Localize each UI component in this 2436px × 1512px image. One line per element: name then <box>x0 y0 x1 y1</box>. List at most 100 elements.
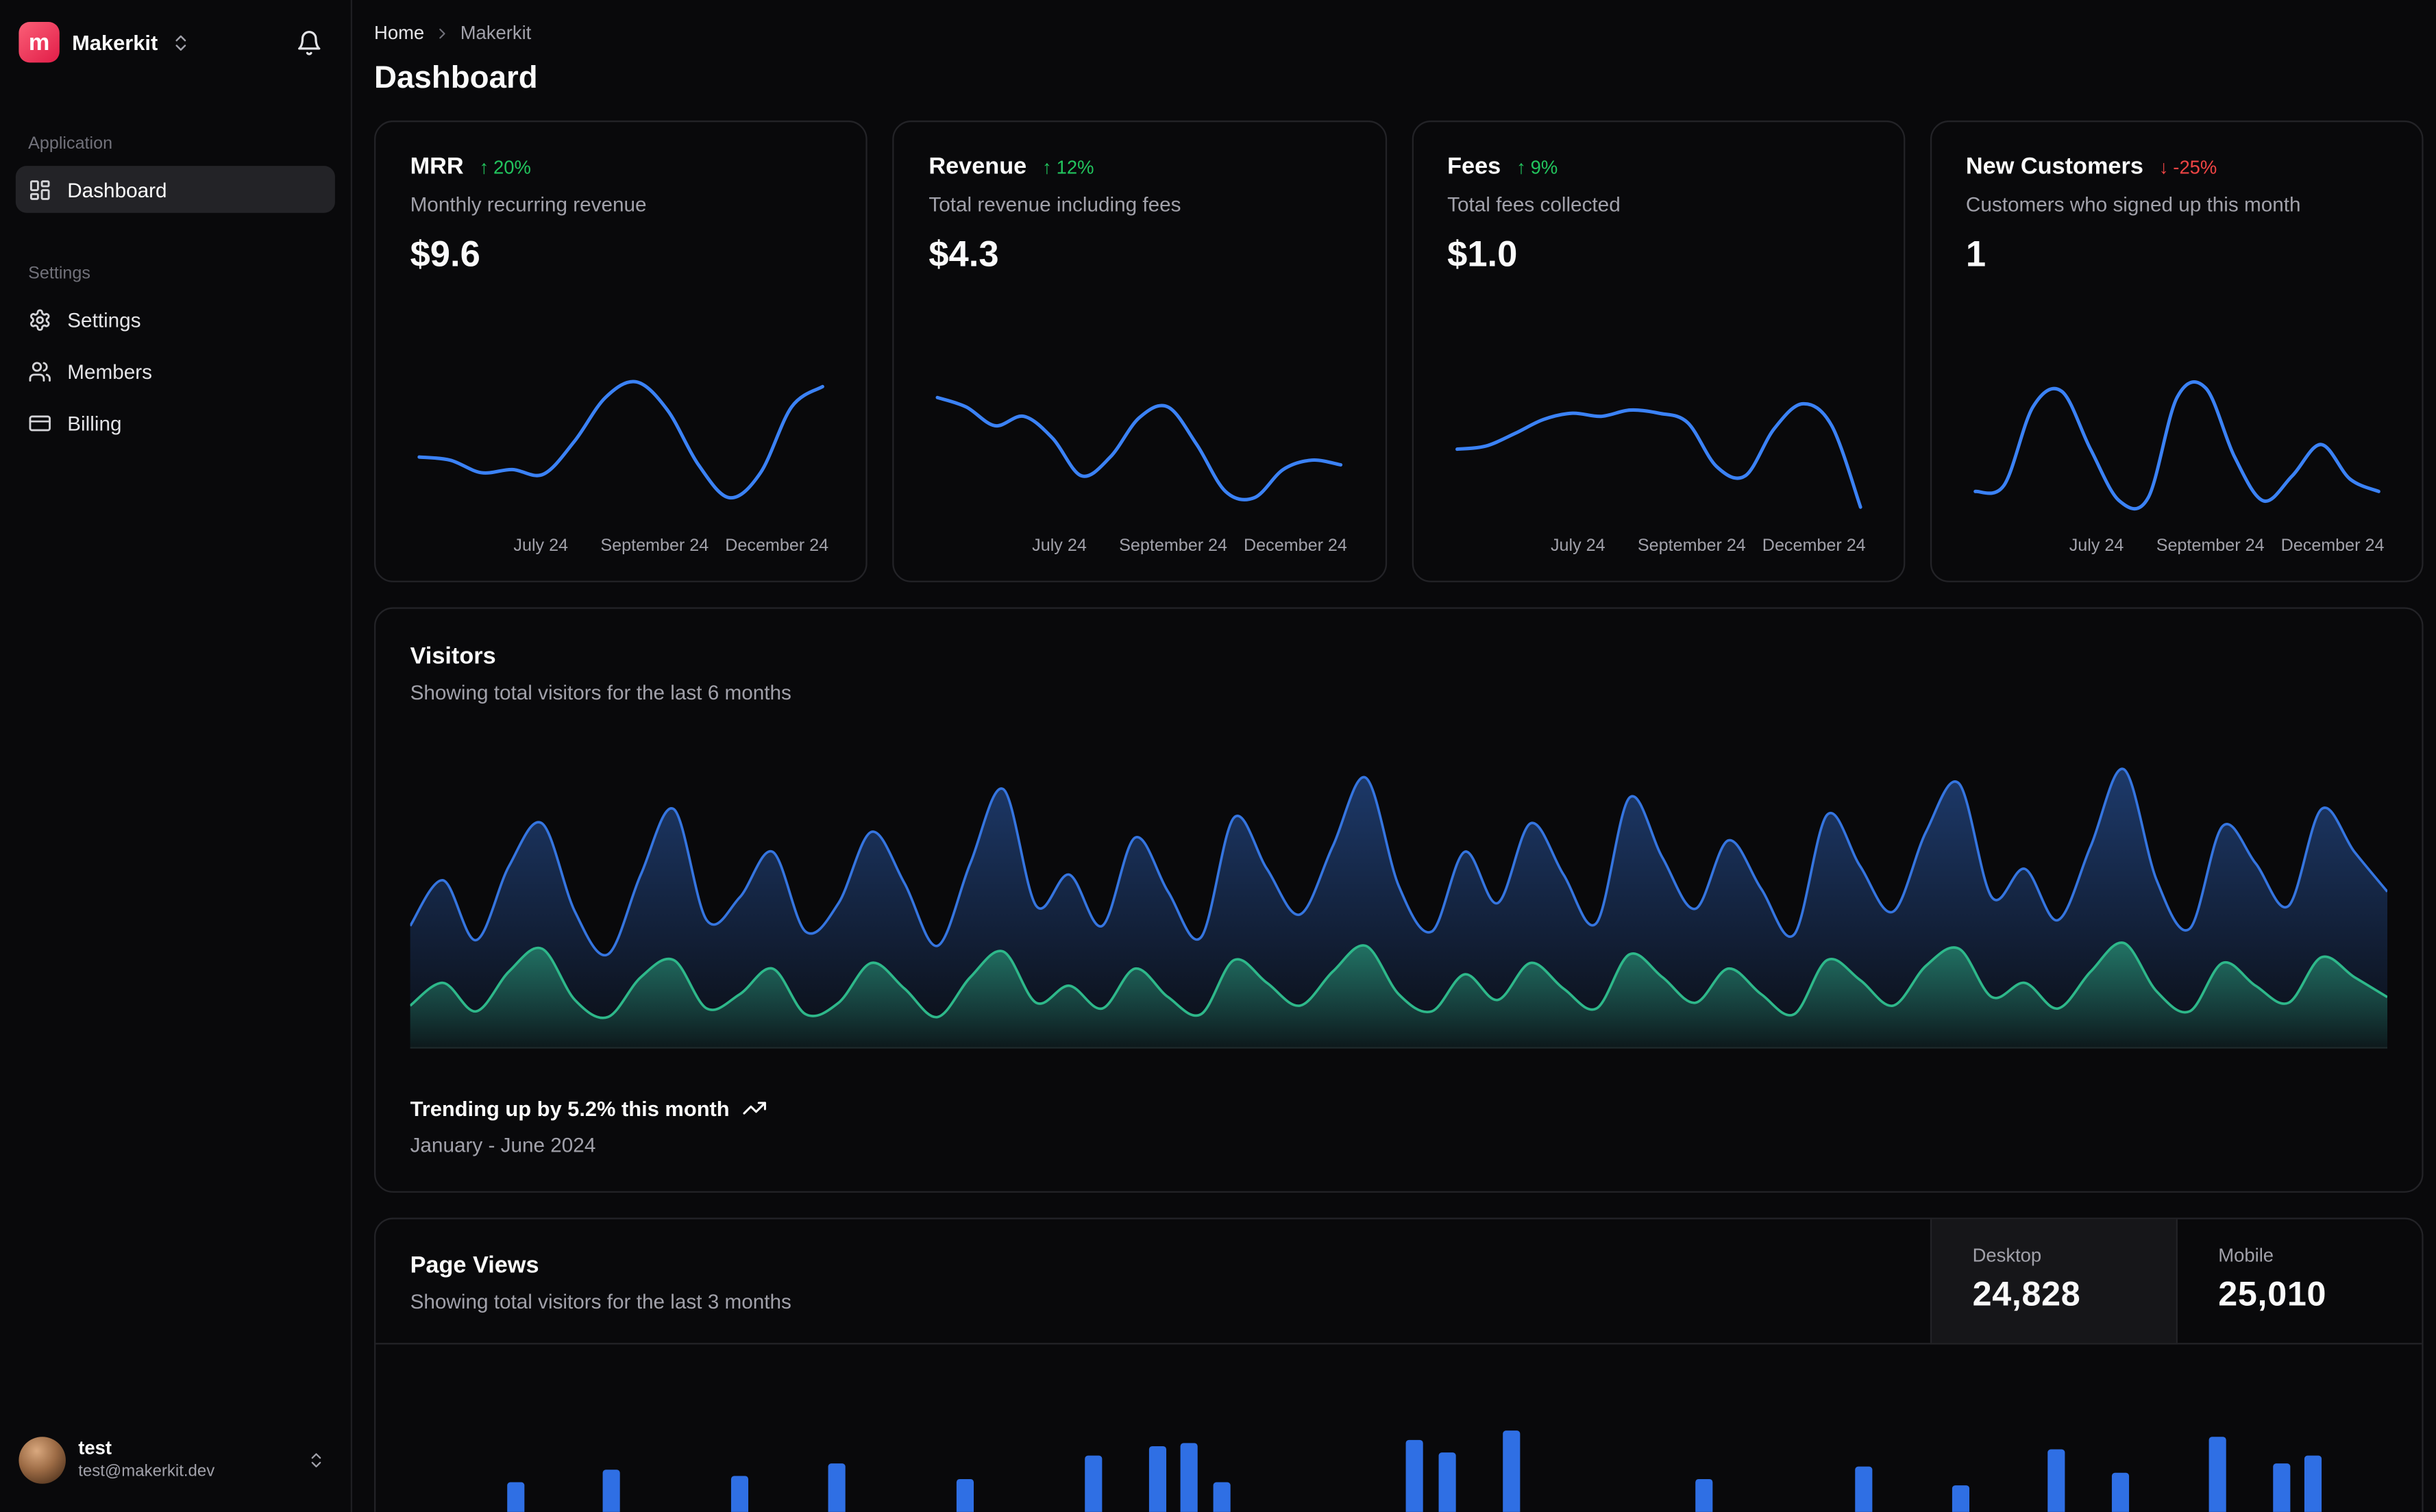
x-tick: September 24 <box>1119 536 1228 556</box>
bar <box>1148 1446 1166 1512</box>
x-tick: July 24 <box>1032 536 1087 556</box>
page-views-bar-chart <box>410 1376 2387 1512</box>
bell-icon[interactable] <box>296 29 332 55</box>
bar <box>2273 1462 2291 1512</box>
toggle-mobile[interactable]: Mobile 25,010 <box>2176 1219 2422 1343</box>
user-menu[interactable]: test test@makerkit.dev <box>16 1428 335 1494</box>
toggle-value: 25,010 <box>2218 1274 2327 1313</box>
toggle-value: 24,828 <box>1972 1274 2081 1313</box>
visitors-area-chart <box>410 767 2388 1049</box>
sidebar-item-settings[interactable]: Settings <box>16 296 335 343</box>
trend-badge: ↑ 12% <box>1042 156 1094 178</box>
app-logo: m <box>19 21 60 63</box>
section-label-application: Application <box>28 134 113 153</box>
bar <box>2047 1450 2066 1512</box>
stat-subtitle: Total fees collected <box>1447 193 1621 216</box>
user-meta: test test@makerkit.dev <box>78 1437 214 1483</box>
sidebar-item-label: Settings <box>67 307 141 332</box>
bar <box>2112 1472 2130 1512</box>
gear-icon <box>28 308 51 331</box>
sparkline-chart: July 24 September 24 December 24 <box>410 354 832 562</box>
avatar <box>19 1437 66 1484</box>
bar <box>506 1482 524 1512</box>
sparkline-chart: July 24 September 24 December 24 <box>1447 354 1869 562</box>
x-tick: December 24 <box>2280 536 2385 556</box>
bar <box>1855 1465 1873 1512</box>
bar <box>1502 1430 1520 1512</box>
chevrons-up-down-icon <box>171 32 191 53</box>
toggle-desktop[interactable]: Desktop 24,828 <box>1930 1219 2176 1343</box>
sparkline-chart: July 24 September 24 December 24 <box>928 354 1350 562</box>
user-email: test@makerkit.dev <box>78 1461 215 1481</box>
bar <box>1438 1453 1455 1512</box>
sidebar-item-members[interactable]: Members <box>16 347 335 395</box>
chevrons-up-down-icon <box>307 1451 332 1470</box>
page-title: Dashboard <box>374 61 538 96</box>
stat-title: Revenue <box>928 153 1027 180</box>
dashboard-grid-icon <box>28 177 51 201</box>
sidebar-item-dashboard[interactable]: Dashboard <box>15 166 335 213</box>
stat-value: 1 <box>1965 233 1986 274</box>
app-root: m Makerkit Application Dashboard Setting… <box>0 0 2436 1512</box>
sparkline-chart: July 24 September 24 December 24 <box>1966 354 2387 562</box>
bar <box>1213 1482 1231 1512</box>
stat-title: MRR <box>410 153 464 180</box>
stat-subtitle: Customers who signed up this month <box>1965 193 2301 216</box>
stat-subtitle: Monthly recurring revenue <box>410 193 647 216</box>
trend-up-icon: ↑ <box>479 156 489 178</box>
sidebar: m Makerkit Application Dashboard Setting… <box>0 0 353 1512</box>
bar <box>731 1475 749 1512</box>
stat-title: New Customers <box>1965 153 2143 180</box>
credit-card-icon <box>28 411 51 434</box>
bar <box>2209 1437 2226 1512</box>
stat-subtitle: Total revenue including fees <box>928 193 1181 216</box>
visitors-footer: Trending up by 5.2% this month January -… <box>410 1095 2387 1156</box>
x-tick: July 24 <box>1550 536 1605 556</box>
stat-card-new-customers: New Customers ↓ -25% Customers who signed… <box>1930 120 2424 582</box>
trend-up-icon: ↑ <box>1516 156 1526 178</box>
x-tick: July 24 <box>2069 536 2124 556</box>
workspace-name: Makerkit <box>72 30 158 54</box>
stat-value: $9.6 <box>410 233 480 274</box>
section-label-settings: Settings <box>28 264 90 284</box>
bar <box>1952 1485 1969 1512</box>
bar <box>827 1462 846 1512</box>
page-views-header: Page Views Showing total visitors for th… <box>376 1219 2422 1345</box>
toggle-label: Desktop <box>1972 1244 2042 1267</box>
x-tick: December 24 <box>1762 536 1866 556</box>
breadcrumb-current: Makerkit <box>460 21 532 44</box>
x-tick: September 24 <box>1637 536 1746 556</box>
bar <box>602 1469 620 1512</box>
workspace-selector[interactable]: m Makerkit <box>16 18 335 66</box>
visitors-card: Visitors Showing total visitors for the … <box>374 607 2424 1193</box>
visitors-title: Visitors <box>410 643 496 670</box>
trending-up-icon <box>742 1095 767 1121</box>
bar <box>956 1478 974 1512</box>
bar <box>1181 1443 1198 1512</box>
page-views-card: Page Views Showing total visitors for th… <box>374 1217 2424 1512</box>
bar <box>1695 1478 1712 1512</box>
chevron-right-icon <box>434 24 451 41</box>
page-views-title: Page Views <box>410 1252 539 1279</box>
sidebar-item-billing[interactable]: Billing <box>16 399 335 447</box>
stat-value: $4.3 <box>928 233 999 274</box>
stat-card-revenue: Revenue ↑ 12% Total revenue including fee… <box>892 120 1387 582</box>
trend-badge: ↓ -25% <box>2158 156 2217 178</box>
main-content: Home Makerkit Dashboard MRR ↑ 20% Monthly… <box>352 0 2436 1512</box>
trend-up-icon: ↑ <box>1042 156 1052 178</box>
stat-value: $1.0 <box>1447 233 1518 274</box>
stats-grid: MRR ↑ 20% Monthly recurring revenue $9.6 … <box>374 120 2424 582</box>
x-tick: July 24 <box>513 536 569 556</box>
visitors-trend-text: Trending up by 5.2% this month <box>410 1096 730 1120</box>
trend-down-icon: ↓ <box>2158 156 2169 178</box>
stat-card-mrr: MRR ↑ 20% Monthly recurring revenue $9.6 … <box>374 120 868 582</box>
stat-title: Fees <box>1447 153 1501 180</box>
bar <box>1084 1456 1102 1512</box>
breadcrumb-home-link[interactable]: Home <box>374 22 424 44</box>
trend-badge: ↑ 9% <box>1516 156 1558 178</box>
sidebar-item-label: Members <box>67 359 153 383</box>
trend-badge: ↑ 20% <box>479 156 531 178</box>
x-tick: September 24 <box>2156 536 2265 556</box>
users-icon <box>28 359 51 382</box>
bar <box>1405 1440 1423 1512</box>
